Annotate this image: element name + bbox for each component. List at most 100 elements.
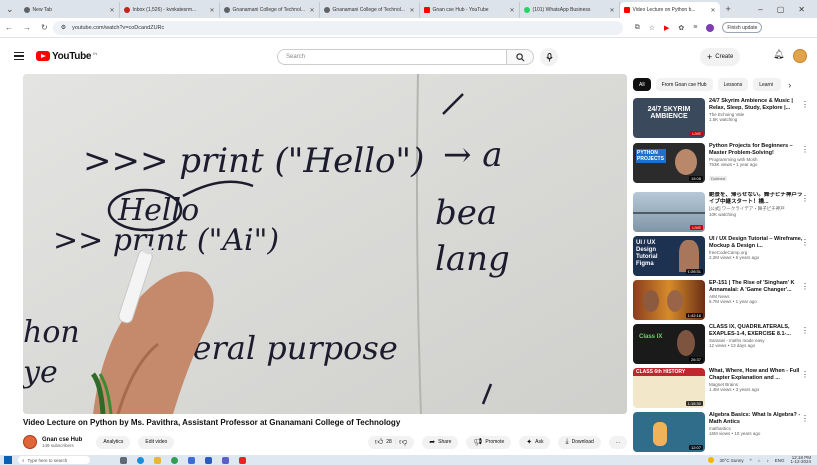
more-vert-icon[interactable]: ⋮ bbox=[801, 238, 809, 247]
network-icon[interactable]: ⌂ bbox=[758, 458, 761, 463]
list-item[interactable]: LIVE 絶景を、帰らせない。舞子ピチ神戸ライブ中継スタート！橋... [公式]… bbox=[633, 192, 813, 234]
video-title[interactable]: EP-151 | The Rise of 'Singham' K Annamal… bbox=[709, 280, 805, 293]
more-vert-icon[interactable]: ⋮ bbox=[801, 194, 809, 203]
edge-icon[interactable] bbox=[137, 456, 144, 464]
close-icon[interactable]: ✕ bbox=[407, 7, 415, 14]
video-player[interactable]: >>> print ("Hello") Hello >> print ("Ai"… bbox=[23, 74, 627, 414]
video-thumbnail[interactable]: Class IX 26:37 bbox=[633, 324, 705, 364]
chrome-icon[interactable] bbox=[171, 456, 178, 464]
profile-icon[interactable] bbox=[706, 23, 715, 32]
reading-list-icon[interactable]: ≡ bbox=[693, 24, 697, 31]
minimize-button[interactable]: – bbox=[758, 5, 762, 14]
video-thumbnail[interactable]: UI / UX Design Tutorial Figma 1:26:31 bbox=[633, 236, 705, 276]
close-icon[interactable]: ✕ bbox=[307, 7, 315, 14]
chip-from-channel[interactable]: From Gnan cse Hub bbox=[655, 78, 713, 91]
url-field[interactable]: ⚙ youtube.com/watch?v=coDcandZURc bbox=[52, 20, 623, 35]
tab-video-lecture[interactable]: Video Lecture on Python b... ✕ bbox=[619, 2, 720, 18]
reload-icon[interactable]: ↻ bbox=[36, 23, 53, 32]
promote-button[interactable]: 📢︎ Promote bbox=[466, 435, 512, 449]
video-thumbnail[interactable]: CLASS 6th HISTORY 1:16:30 bbox=[633, 368, 705, 408]
forward-icon[interactable]: → bbox=[18, 23, 36, 32]
video-thumbnail[interactable]: 12:07 bbox=[633, 412, 705, 452]
notifications-bell-icon[interactable]: 🔔︎ bbox=[773, 49, 784, 60]
list-item[interactable]: PYTHON PROJECTS 15:08 Python Projects fo… bbox=[633, 143, 813, 185]
store-icon[interactable] bbox=[188, 456, 195, 464]
windows-start-icon[interactable] bbox=[4, 456, 12, 464]
weather-text[interactable]: 30°C Sunny bbox=[720, 458, 744, 463]
youtube-app-icon[interactable] bbox=[239, 456, 246, 464]
search-input[interactable]: Search bbox=[277, 49, 507, 65]
chip-all[interactable]: All bbox=[633, 78, 651, 91]
file-explorer-icon[interactable] bbox=[154, 456, 161, 464]
task-view-icon[interactable] bbox=[120, 456, 127, 464]
tab-new-tab[interactable]: New Tab ✕ bbox=[20, 2, 120, 18]
video-title[interactable]: 絶景を、帰らせない。舞子ピチ神戸ライブ中継スタート！橋... bbox=[709, 192, 805, 205]
taskbar-search-input[interactable]: ⌕ Type here to search bbox=[18, 456, 90, 464]
video-title[interactable]: Algebra Basics: What Is Algebra? - Math … bbox=[709, 412, 805, 425]
create-button[interactable]: + Create bbox=[700, 48, 741, 66]
chevron-right-icon[interactable]: › bbox=[788, 80, 791, 90]
video-thumbnail[interactable]: 1:42:16 bbox=[633, 280, 705, 320]
edit-video-button[interactable]: Edit video bbox=[138, 435, 175, 449]
tab-gnanamani-1[interactable]: Gnanamani College of Technol... ✕ bbox=[220, 2, 320, 18]
more-vert-icon[interactable]: ⋮ bbox=[801, 370, 809, 379]
finish-update-button[interactable]: Finish update bbox=[722, 22, 763, 33]
list-item[interactable]: 24/7 SKYRIM AMBIENCE LIVE 24/7 Skyrim Am… bbox=[633, 98, 813, 140]
video-thumbnail[interactable]: LIVE bbox=[633, 192, 705, 232]
channel-name[interactable]: Gnan cse Hub bbox=[42, 437, 82, 443]
tab-gnanamani-2[interactable]: Gnanamani College of Technol... ✕ bbox=[320, 2, 420, 18]
list-item[interactable]: CLASS 6th HISTORY 1:16:30 What, Where, H… bbox=[633, 368, 813, 410]
list-item[interactable]: 1:42:16 EP-151 | The Rise of 'Singham' K… bbox=[633, 280, 813, 322]
account-avatar[interactable] bbox=[793, 49, 807, 63]
channel-avatar[interactable] bbox=[23, 435, 37, 449]
clock[interactable]: 12:18 PM 1-12-2024 bbox=[790, 455, 811, 465]
close-icon[interactable]: ✕ bbox=[708, 7, 716, 14]
chip-learning[interactable]: Learni bbox=[753, 78, 782, 91]
more-vert-icon[interactable]: ⋮ bbox=[801, 414, 809, 423]
extensions-icon[interactable]: ✿ bbox=[678, 24, 684, 32]
teams-icon[interactable] bbox=[222, 456, 229, 464]
close-icon[interactable]: ✕ bbox=[507, 7, 515, 14]
video-thumbnail[interactable]: 24/7 SKYRIM AMBIENCE LIVE bbox=[633, 98, 705, 138]
tray-chevron-icon[interactable]: ^ bbox=[750, 458, 752, 463]
language-indicator[interactable]: ENG bbox=[775, 458, 785, 463]
more-vert-icon[interactable]: ⋮ bbox=[801, 145, 809, 154]
share-button[interactable]: ➦ Share bbox=[422, 435, 459, 449]
close-window-button[interactable]: ✕ bbox=[798, 5, 805, 14]
word-icon[interactable] bbox=[205, 456, 212, 464]
search-button[interactable] bbox=[507, 49, 534, 65]
video-title[interactable]: What, Where, How and When - Full Chapter… bbox=[709, 368, 805, 381]
voice-search-button[interactable] bbox=[540, 48, 558, 66]
thumbs-down-icon[interactable]: 👎︎ bbox=[399, 437, 407, 447]
bookmark-star-icon[interactable]: ☆ bbox=[649, 24, 655, 32]
close-icon[interactable]: ✕ bbox=[207, 7, 215, 14]
video-thumbnail[interactable]: PYTHON PROJECTS 15:08 bbox=[633, 143, 705, 183]
tab-whatsapp[interactable]: (101) WhatsApp Business ✕ bbox=[520, 2, 620, 18]
new-tab-button[interactable]: + bbox=[720, 4, 737, 14]
video-title[interactable]: 24/7 Skyrim Ambience & Music | Relax, Sl… bbox=[709, 98, 805, 111]
list-item[interactable]: UI / UX Design Tutorial Figma 1:26:31 UI… bbox=[633, 236, 813, 278]
more-vert-icon[interactable]: ⋮ bbox=[801, 282, 809, 291]
analytics-button[interactable]: Analytics bbox=[96, 435, 131, 449]
back-icon[interactable]: ← bbox=[0, 23, 18, 32]
list-item[interactable]: 12:07 Algebra Basics: What Is Algebra? -… bbox=[633, 412, 813, 454]
youtube-logo[interactable]: YouTube IN bbox=[36, 51, 97, 62]
ask-button[interactable]: ✦ Ask bbox=[519, 435, 551, 449]
video-title[interactable]: CLASS IX, QUADRILATERALS, EXAPLES-1-4, E… bbox=[709, 324, 805, 337]
more-actions-button[interactable]: ... bbox=[608, 435, 627, 449]
list-item[interactable]: Class IX 26:37 CLASS IX, QUADRILATERALS,… bbox=[633, 324, 813, 366]
close-icon[interactable]: ✕ bbox=[107, 7, 115, 14]
maximize-button[interactable]: ▢ bbox=[777, 5, 785, 14]
youtube-extension-icon[interactable]: ▶ bbox=[664, 24, 669, 32]
site-info-icon[interactable]: ⚙ bbox=[61, 24, 66, 31]
close-icon[interactable]: ✕ bbox=[607, 7, 615, 14]
volume-icon[interactable]: ♪ bbox=[766, 458, 768, 463]
install-app-icon[interactable]: ⧉ bbox=[635, 24, 640, 32]
more-vert-icon[interactable]: ⋮ bbox=[801, 326, 809, 335]
more-vert-icon[interactable]: ⋮ bbox=[801, 100, 809, 109]
like-button[interactable]: 👍︎ 28 | 👎︎ bbox=[367, 435, 415, 449]
video-title[interactable]: UI / UX Design Tutorial – Wireframe, Moc… bbox=[709, 236, 805, 249]
tab-search-icon[interactable]: ⌄ bbox=[0, 4, 20, 15]
chip-lessons[interactable]: Lessons bbox=[717, 78, 749, 91]
tab-inbox[interactable]: Inbox (1,526) - kvnkatesrm... ✕ bbox=[120, 2, 220, 18]
